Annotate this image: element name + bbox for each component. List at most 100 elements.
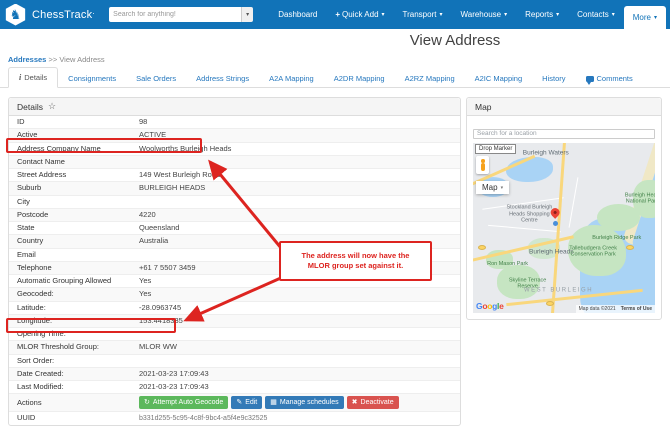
details-row-latitude: Latitude:-28.0963745 — [9, 301, 460, 314]
tab-label: A2A Mapping — [269, 74, 314, 83]
tab-consignments[interactable]: Consignments — [58, 69, 126, 88]
nav-item-contacts[interactable]: Contacts▾ — [568, 0, 624, 29]
details-row-street-address: Street Address149 West Burleigh Road — [9, 169, 460, 182]
deactivate-button[interactable]: ✖Deactivate — [347, 396, 399, 409]
caret-down-icon: ▾ — [246, 12, 249, 18]
info-icon: i — [19, 73, 21, 82]
pencil-icon: ✎ — [236, 399, 242, 406]
tab-a2dr-mapping[interactable]: A2DR Mapping — [324, 69, 395, 88]
page-title: View Address — [410, 32, 501, 49]
tab-details[interactable]: iDetails — [8, 67, 58, 88]
row-label: ID — [9, 116, 131, 129]
tab-label: A2RZ Mapping — [405, 74, 455, 83]
top-navbar: ♞ ChessTrack· ▾ Dashboard+Quick Add▾Tran… — [0, 0, 670, 29]
row-label: Sort Order: — [9, 354, 131, 367]
row-value — [131, 328, 460, 341]
row-value: Yes — [131, 288, 460, 301]
google-logo: Google — [476, 301, 504, 311]
tab-label: Sale Orders — [136, 74, 176, 83]
map-canvas[interactable]: Drop Marker Map▾ Burleigh WatersStocklan… — [473, 143, 655, 313]
tab-address-strings[interactable]: Address Strings — [186, 69, 259, 88]
pegman-icon — [480, 159, 485, 171]
row-value: 2021-03-23 17:09:43 — [131, 381, 460, 394]
map-type-button[interactable]: Map▾ — [476, 181, 509, 194]
details-row-last-modified: Last Modified:2021-03-23 17:09:43 — [9, 381, 460, 394]
row-label: Geocoded: — [9, 288, 131, 301]
nav-item-label: Transport — [403, 10, 437, 19]
row-value: Woolworths Burleigh Heads — [131, 142, 460, 155]
details-row-actions: Actions↻Attempt Auto Geocode✎Edit▦Manage… — [9, 394, 460, 412]
tab-sale-orders[interactable]: Sale Orders — [126, 69, 186, 88]
chesstrack-logo[interactable]: ♞ — [5, 4, 26, 26]
map-panel-header: Map — [467, 98, 661, 116]
row-value: ↻Attempt Auto Geocode✎Edit▦Manage schedu… — [131, 394, 460, 412]
row-value: MLOR WW — [131, 341, 460, 354]
details-row-postcode: Postcode4220 — [9, 208, 460, 221]
map-label-stockland-burleigh-heads: Stockland Burleigh Heads Shopping Centre — [502, 205, 556, 224]
row-value: 153.4418335 — [131, 314, 460, 327]
route-shield-icon — [478, 245, 486, 250]
breadcrumb-link-addresses[interactable]: Addresses — [8, 55, 46, 64]
row-value: -28.0963745 — [131, 301, 460, 314]
button-label: Deactivate — [361, 399, 394, 406]
brand-name: ChessTrack· — [32, 9, 95, 21]
google-logo-letter: e — [499, 301, 503, 311]
details-row-active: ActiveACTIVE — [9, 129, 460, 142]
tab-history[interactable]: History — [532, 69, 575, 88]
details-row-longitude: Longitude:153.4418335 — [9, 314, 460, 327]
tab-a2rz-mapping[interactable]: A2RZ Mapping — [395, 69, 465, 88]
global-search: ▾ — [109, 7, 253, 22]
nav-item-label: Quick Add — [342, 10, 378, 19]
details-panel-title: Details — [17, 102, 43, 112]
map-park-skyline — [497, 265, 541, 299]
caret-down-icon: ▾ — [504, 11, 507, 18]
nav-item-label: Contacts — [577, 10, 609, 19]
row-value: 98 — [131, 116, 460, 129]
terms-of-use-link[interactable]: Terms of Use — [621, 306, 652, 312]
tab-a2ic-mapping[interactable]: A2IC Mapping — [465, 69, 533, 88]
search-dropdown-button[interactable]: ▾ — [241, 7, 253, 22]
route-shield-icon — [546, 301, 554, 306]
details-row-uuid: UUIDb331d255-5c95-4c8f-9bc4-a5f4e9c32525 — [9, 412, 460, 425]
details-row-contact-name: Contact Name — [9, 155, 460, 168]
nav-item-dashboard[interactable]: Dashboard — [269, 0, 326, 29]
edit-button[interactable]: ✎Edit — [231, 396, 262, 409]
breadcrumb-current: View Address — [59, 55, 104, 64]
nav-item-quick-add[interactable]: +Quick Add▾ — [326, 0, 393, 29]
nav-item-label: Warehouse — [460, 10, 501, 19]
tab-comments[interactable]: Comments — [576, 69, 643, 88]
row-label: UUID — [9, 412, 131, 425]
row-value: 4220 — [131, 208, 460, 221]
global-search-input[interactable] — [109, 7, 241, 22]
star-icon[interactable]: ☆ — [48, 101, 56, 112]
nav-item-transport[interactable]: Transport▾ — [394, 0, 452, 29]
nav-item-reports[interactable]: Reports▾ — [516, 0, 568, 29]
calendar-icon: ▦ — [270, 399, 277, 406]
nav-item-label: Dashboard — [278, 10, 317, 19]
plus-icon: + — [335, 10, 340, 19]
tab-a2a-mapping[interactable]: A2A Mapping — [259, 69, 324, 88]
brand-suffix: · — [92, 9, 95, 18]
nav-item-label: More — [633, 13, 651, 22]
manage-schedules-button[interactable]: ▦Manage schedules — [265, 396, 343, 409]
attempt-auto-geocode-button[interactable]: ↻Attempt Auto Geocode — [139, 396, 228, 409]
row-label: Email — [9, 248, 131, 261]
row-label: Opening Time: — [9, 328, 131, 341]
details-row-mlor-threshold-group: MLOR Threshold Group:MLOR WW — [9, 341, 460, 354]
map-search-input[interactable] — [473, 129, 655, 139]
drop-marker-button[interactable]: Drop Marker — [475, 144, 516, 154]
nav-item-warehouse[interactable]: Warehouse▾ — [451, 0, 516, 29]
map-attribution: Map data ©2021 Terms of Use — [576, 305, 655, 313]
caret-down-icon: ▾ — [501, 185, 504, 191]
breadcrumb: Addresses >> View Address — [8, 55, 105, 64]
map-water-lake-1 — [506, 157, 553, 183]
annotation-callout: The address will now have the MLOR group… — [279, 241, 432, 281]
nav-item-more[interactable]: More▾ — [624, 6, 666, 29]
pegman-control[interactable] — [476, 156, 489, 174]
row-value: ACTIVE — [131, 129, 460, 142]
button-label: Manage schedules — [280, 399, 339, 406]
details-row-id: ID98 — [9, 116, 460, 129]
row-label: Postcode — [9, 208, 131, 221]
caret-down-icon: ▾ — [556, 11, 559, 18]
details-row-sort-order: Sort Order: — [9, 354, 460, 367]
